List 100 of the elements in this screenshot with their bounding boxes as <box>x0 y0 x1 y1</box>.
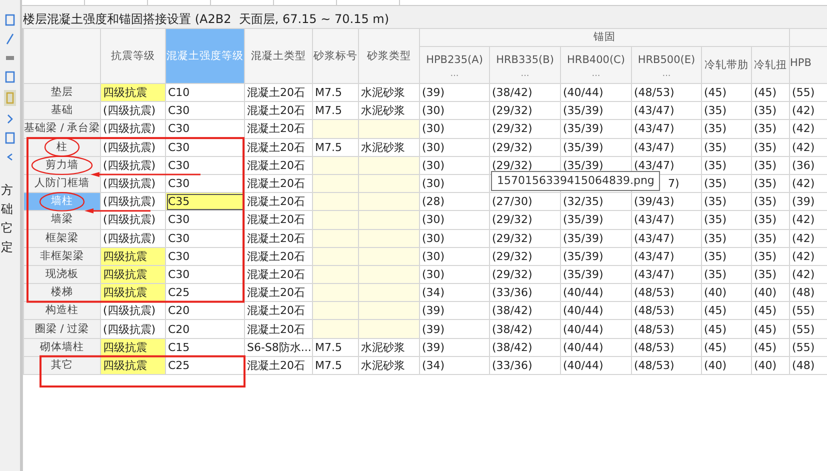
row-header[interactable]: 楼梯 <box>24 284 100 302</box>
table-cell[interactable]: (35) <box>702 265 752 284</box>
column-header[interactable]: HPB235(A) <box>426 54 483 66</box>
table-cell[interactable]: (39) <box>420 320 490 338</box>
column-header[interactable]: 抗震等级 <box>100 28 166 84</box>
table-cell[interactable]: (30) <box>420 210 490 229</box>
table-cell[interactable]: (35) <box>752 174 790 193</box>
table-cell[interactable]: (四级抗震) <box>100 229 166 248</box>
row-header[interactable]: 框架梁 <box>24 229 100 248</box>
table-cell[interactable]: (35/39) <box>560 247 632 266</box>
table-cell[interactable]: (28) <box>420 192 490 211</box>
table-cell[interactable]: 混凝土20石 <box>244 320 312 338</box>
table-cell[interactable]: (40) <box>702 356 752 374</box>
table-cell[interactable]: 混凝土20石 <box>244 210 312 229</box>
row-header[interactable]: 圈梁 / 过梁 <box>24 320 100 338</box>
table-cell[interactable]: (43/47) <box>632 138 702 156</box>
table-cell[interactable]: (35) <box>752 156 790 174</box>
table-cell[interactable]: (35) <box>752 138 790 156</box>
row-header[interactable]: 非框架梁 <box>24 247 100 266</box>
table-cell[interactable]: 水泥砂浆 <box>358 338 420 356</box>
table-cell[interactable]: (45) <box>752 302 790 320</box>
table-cell[interactable]: (35) <box>752 247 790 266</box>
table-cell[interactable]: (35) <box>752 192 790 211</box>
table-cell[interactable]: (35) <box>702 210 752 229</box>
table-cell[interactable]: C10 <box>166 84 244 102</box>
table-cell[interactable]: (30) <box>420 156 490 174</box>
table-cell[interactable]: M7.5 <box>312 338 358 356</box>
table-cell[interactable]: (45) <box>752 338 790 356</box>
column-header[interactable]: HPB <box>790 57 812 69</box>
table-cell[interactable]: (43/47) <box>632 210 702 229</box>
table-cell[interactable]: (45) <box>702 302 752 320</box>
page-icon[interactable] <box>5 132 15 144</box>
table-cell[interactable]: (35) <box>752 120 790 138</box>
table-cell[interactable]: (35) <box>702 138 752 156</box>
table-cell[interactable]: 混凝土20石 <box>244 284 312 302</box>
table-cell[interactable]: (30) <box>420 229 490 248</box>
row-header[interactable]: 墙梁 <box>24 210 100 229</box>
table-cell[interactable]: (30) <box>420 120 490 138</box>
table-cell[interactable]: (45) <box>752 320 790 338</box>
table-cell[interactable]: (48/53) <box>632 320 702 338</box>
table-cell[interactable]: (30) <box>420 265 490 284</box>
table-cell[interactable]: (30) <box>420 102 490 120</box>
column-header[interactable]: 混凝土类型 <box>244 28 312 84</box>
table-cell[interactable]: 混凝土20石 <box>244 247 312 266</box>
table-cell[interactable]: C15 <box>166 338 244 356</box>
table-cell[interactable]: S6-S8防水... <box>244 338 312 356</box>
table-cell[interactable]: (45) <box>702 320 752 338</box>
table-cell[interactable]: (35) <box>702 174 752 193</box>
table-cell[interactable]: (32/35) <box>560 192 632 211</box>
table-cell[interactable]: (35) <box>702 229 752 248</box>
table-cell[interactable]: 水泥砂浆 <box>358 138 420 156</box>
table-cell[interactable]: (40) <box>752 356 790 374</box>
table-cell[interactable]: C30 <box>166 120 244 138</box>
table-cell[interactable]: (35) <box>752 210 790 229</box>
table-cell[interactable]: 混凝土20石 <box>244 229 312 248</box>
row-header[interactable]: 垫层 <box>24 84 100 102</box>
table-cell[interactable]: C30 <box>166 247 244 266</box>
table-cell[interactable]: 混凝土20石 <box>244 356 312 374</box>
table-cell[interactable]: C35 <box>166 192 244 211</box>
table-cell[interactable]: (38/42) <box>490 320 560 338</box>
table-cell[interactable]: 四级抗震 <box>100 338 166 356</box>
table-cell[interactable]: (四级抗震) <box>100 210 166 229</box>
table-cell[interactable]: (35) <box>702 156 752 174</box>
table-cell[interactable]: C30 <box>166 210 244 229</box>
table-cell[interactable]: (35) <box>752 265 790 284</box>
table-cell[interactable]: (29/32) <box>490 247 560 266</box>
row-header[interactable]: 现浇板 <box>24 265 100 284</box>
table-cell[interactable]: 混凝土20石 <box>244 84 312 102</box>
sidebar-item[interactable]: 方 <box>1 183 20 197</box>
table-cell[interactable]: (40/44) <box>560 284 632 302</box>
table-cell[interactable]: (39) <box>420 338 490 356</box>
table-cell[interactable]: (45) <box>752 84 790 102</box>
table-cell[interactable]: (30) <box>420 138 490 156</box>
table-cell[interactable]: (35) <box>702 192 752 211</box>
table-cell[interactable]: C30 <box>166 229 244 248</box>
table-cell[interactable]: (35/39) <box>560 265 632 284</box>
table-cell[interactable]: 混凝土20石 <box>244 174 312 193</box>
table-cell[interactable]: (33/36) <box>490 284 560 302</box>
page-icon[interactable] <box>5 14 15 26</box>
table-cell[interactable]: (40/44) <box>560 338 632 356</box>
table-cell[interactable]: (40/44) <box>560 302 632 320</box>
table-cell[interactable]: (34) <box>420 284 490 302</box>
table-cell[interactable]: (45) <box>702 338 752 356</box>
table-cell[interactable]: (39) <box>420 302 490 320</box>
table-cell[interactable]: 混凝土20石 <box>244 138 312 156</box>
table-cell[interactable]: 四级抗震 <box>100 84 166 102</box>
sidebar-item[interactable]: 它 <box>1 221 20 235</box>
table-cell[interactable]: (40/44) <box>560 84 632 102</box>
table-cell[interactable]: (33/36) <box>490 356 560 374</box>
table-cell[interactable]: (38/42) <box>490 84 560 102</box>
table-cell[interactable]: (38/42) <box>490 302 560 320</box>
table-cell[interactable]: 四级抗震 <box>100 247 166 266</box>
table-cell[interactable]: (43/47) <box>632 229 702 248</box>
table-cell[interactable]: (29/32) <box>490 102 560 120</box>
table-cell[interactable]: 水泥砂浆 <box>358 84 420 102</box>
table-cell[interactable]: 混凝土20石 <box>244 302 312 320</box>
sidebar-item[interactable]: 础 <box>1 202 20 216</box>
table-cell[interactable]: (四级抗震) <box>100 320 166 338</box>
table-cell[interactable]: (48/53) <box>632 284 702 302</box>
table-cell[interactable]: (48/53) <box>632 84 702 102</box>
